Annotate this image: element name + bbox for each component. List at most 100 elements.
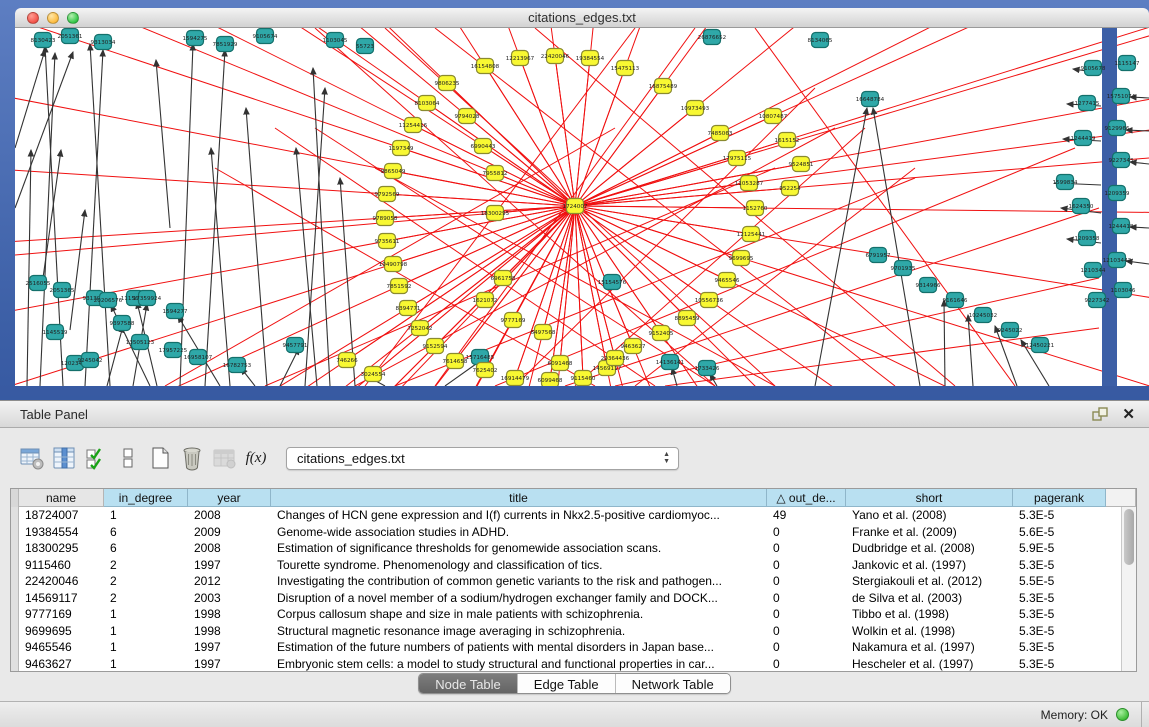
cell-title[interactable]: Disruption of a novel member of a sodium…: [271, 590, 767, 607]
cell-out_degree[interactable]: 0: [767, 557, 846, 574]
network-canvas[interactable]: 8130423205136193130341594275785192991056…: [15, 28, 1149, 386]
graph-node[interactable]: 746266: [336, 353, 358, 368]
cell-short[interactable]: Jankovic et al. (1997): [846, 557, 1013, 574]
cell-short[interactable]: de Silva et al. (2003): [846, 590, 1013, 607]
table-row[interactable]: 946362711997Embryonic stem cells: a mode…: [11, 656, 1136, 672]
graph-node[interactable]: 1615152: [775, 133, 800, 148]
cell-title[interactable]: Tourette syndrome. Phenomenology and cla…: [271, 557, 767, 574]
cell-in_degree[interactable]: 6: [104, 524, 188, 541]
cell-pagerank[interactable]: 5.3E-5: [1013, 507, 1106, 524]
cell-title[interactable]: Changes of HCN gene expression and I(f) …: [271, 507, 767, 524]
table-row[interactable]: 2242004622012Investigating the contribut…: [11, 573, 1136, 590]
graph-node[interactable]: 7851592: [387, 279, 412, 294]
cell-name[interactable]: 18724007: [19, 507, 104, 524]
table-panel-header[interactable]: Table Panel ✕: [0, 401, 1149, 428]
cell-out_degree[interactable]: 0: [767, 606, 846, 623]
cell-year[interactable]: 2009: [188, 524, 271, 541]
cell-out_degree[interactable]: 0: [767, 656, 846, 672]
cell-title[interactable]: Structural magnetic resonance image aver…: [271, 623, 767, 640]
cell-short[interactable]: Wolkin et al. (1998): [846, 623, 1013, 640]
memory-ok-indicator[interactable]: [1116, 708, 1129, 721]
cell-in_degree[interactable]: 2: [104, 557, 188, 574]
cell-name[interactable]: 9699695: [19, 623, 104, 640]
cell-title[interactable]: Estimation of significance thresholds fo…: [271, 540, 767, 557]
clear-selection-icon[interactable]: [112, 443, 144, 473]
graph-node[interactable]: 7252042: [408, 321, 433, 336]
network-window-titlebar[interactable]: citations_edges.txt: [15, 8, 1149, 28]
cell-year[interactable]: 2012: [188, 573, 271, 590]
cell-year[interactable]: 2008: [188, 540, 271, 557]
cell-title[interactable]: Genome-wide association studies in ADHD.: [271, 524, 767, 541]
table-selector-dropdown[interactable]: citations_edges.txt ▲▼: [286, 447, 679, 470]
cell-in_degree[interactable]: 1: [104, 639, 188, 656]
cell-short[interactable]: Tibbo et al. (1998): [846, 606, 1013, 623]
cell-in_degree[interactable]: 1: [104, 606, 188, 623]
cell-in_degree[interactable]: 2: [104, 573, 188, 590]
function-builder-icon[interactable]: f(x): [240, 443, 272, 473]
graph-node[interactable]: 55723: [356, 39, 374, 54]
cell-pagerank[interactable]: 5.3E-5: [1013, 590, 1106, 607]
cell-year[interactable]: 2003: [188, 590, 271, 607]
select-rows-icon[interactable]: [80, 443, 112, 473]
float-panel-icon[interactable]: [1092, 407, 1108, 421]
cell-short[interactable]: Yano et al. (2008): [846, 507, 1013, 524]
column-header-year[interactable]: year: [188, 489, 271, 507]
cell-out_degree[interactable]: 0: [767, 524, 846, 541]
delete-column-icon[interactable]: [176, 443, 208, 473]
cell-out_degree[interactable]: 0: [767, 590, 846, 607]
cell-short[interactable]: Nakamura et al. (1997): [846, 639, 1013, 656]
scrollbar-thumb[interactable]: [1124, 509, 1134, 565]
cell-name[interactable]: 18300295: [19, 540, 104, 557]
import-table-icon[interactable]: [208, 443, 240, 473]
cell-title[interactable]: Corpus callosum shape and size in male p…: [271, 606, 767, 623]
cell-name[interactable]: 19384554: [19, 524, 104, 541]
graph-node[interactable]: 952254: [779, 181, 801, 196]
graph-node[interactable]: 7625402: [473, 363, 498, 378]
table-row[interactable]: 977716911998Corpus callosum shape and si…: [11, 606, 1136, 623]
graph-node[interactable]: 1621072: [473, 293, 498, 308]
cell-pagerank[interactable]: 5.5E-5: [1013, 573, 1106, 590]
cell-in_degree[interactable]: 6: [104, 540, 188, 557]
cell-short[interactable]: Hescheler et al. (1997): [846, 656, 1013, 672]
cell-pagerank[interactable]: 5.3E-5: [1013, 623, 1106, 640]
cell-name[interactable]: 14569117: [19, 590, 104, 607]
graph-node[interactable]: 9245042: [78, 353, 103, 368]
cell-in_degree[interactable]: 1: [104, 656, 188, 672]
table-row[interactable]: 1456911722003Disruption of a novel membe…: [11, 590, 1136, 607]
cell-year[interactable]: 1998: [188, 606, 271, 623]
cell-title[interactable]: Estimation of the future numbers of pati…: [271, 639, 767, 656]
cell-out_degree[interactable]: 0: [767, 639, 846, 656]
graph-node[interactable]: 7955812: [483, 166, 508, 181]
cell-name[interactable]: 9777169: [19, 606, 104, 623]
cell-year[interactable]: 1998: [188, 623, 271, 640]
table-row[interactable]: 1938455462009Genome-wide association stu…: [11, 524, 1136, 541]
cell-name[interactable]: 9465546: [19, 639, 104, 656]
cell-name[interactable]: 22420046: [19, 573, 104, 590]
table-row[interactable]: 969969511998Structural magnetic resonanc…: [11, 623, 1136, 640]
table-row[interactable]: 946554611997Estimation of the future num…: [11, 639, 1136, 656]
column-edit-icon[interactable]: [48, 443, 80, 473]
graph-node[interactable]: 9245022: [998, 323, 1023, 338]
close-panel-icon[interactable]: ✕: [1122, 407, 1135, 422]
column-header-in_degree[interactable]: in_degree: [104, 489, 188, 507]
cell-pagerank[interactable]: 5.9E-5: [1013, 540, 1106, 557]
cell-in_degree[interactable]: 1: [104, 623, 188, 640]
cell-title[interactable]: Investigating the contribution of common…: [271, 573, 767, 590]
cell-out_degree[interactable]: 0: [767, 573, 846, 590]
cell-in_degree[interactable]: 1: [104, 507, 188, 524]
tab-edge-table[interactable]: Edge Table: [518, 674, 616, 693]
table-body[interactable]: 1872400712008Changes of HCN gene express…: [11, 507, 1136, 671]
cell-short[interactable]: Stergiakouli et al. (2012): [846, 573, 1013, 590]
cell-name[interactable]: 9463627: [19, 656, 104, 672]
cell-pagerank[interactable]: 5.6E-5: [1013, 524, 1106, 541]
cell-year[interactable]: 1997: [188, 656, 271, 672]
table-settings-icon[interactable]: [16, 443, 48, 473]
column-header-name[interactable]: name: [19, 489, 104, 507]
cell-out_degree[interactable]: 0: [767, 623, 846, 640]
vertical-scrollbar[interactable]: [1121, 507, 1136, 671]
cell-year[interactable]: 1997: [188, 557, 271, 574]
tab-node-table[interactable]: Node Table: [419, 674, 518, 693]
table-row[interactable]: 911546021997Tourette syndrome. Phenomeno…: [11, 557, 1136, 574]
table-row[interactable]: 1872400712008Changes of HCN gene express…: [11, 507, 1136, 524]
table-header-row[interactable]: namein_degreeyeartitle△ out_de...shortpa…: [11, 489, 1136, 507]
